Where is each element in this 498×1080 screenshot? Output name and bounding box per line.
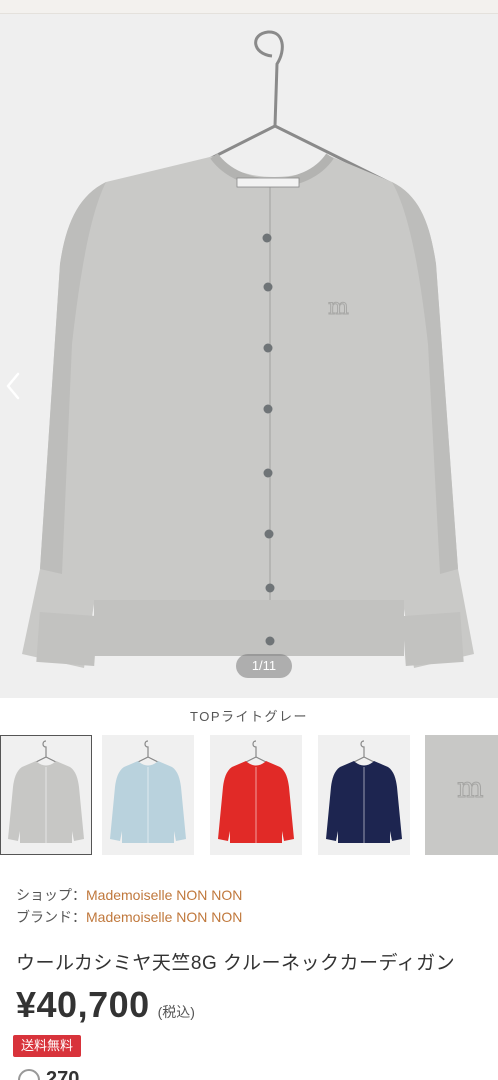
thumbnail-image-light-blue	[110, 740, 186, 843]
top-strip	[0, 0, 498, 14]
product-image-gallery[interactable]: m 1/11	[0, 14, 498, 698]
thumbnail-image-navy	[326, 740, 402, 843]
tax-note: (税込)	[157, 1004, 195, 1020]
selected-color-label: TOPライトグレー	[190, 709, 308, 724]
main-product-image: m	[22, 30, 474, 668]
thumbnail-light-grey[interactable]	[0, 735, 92, 855]
product-price: ¥40,700	[16, 984, 150, 1025]
svg-text:m: m	[328, 295, 349, 320]
favorite-row[interactable]: 270	[18, 1068, 79, 1080]
thumbnail-navy[interactable]	[318, 735, 410, 855]
product-title: ウールカシミヤ天竺8G クルーネックカーディガン	[16, 953, 456, 974]
image-counter: 1/11	[236, 654, 292, 678]
chevron-left-icon	[6, 372, 20, 400]
thumbnail-image-detail: m	[425, 735, 498, 855]
prev-image-button[interactable]	[2, 366, 24, 406]
thumbnail-image-red	[218, 740, 294, 843]
brand-label: ブランド：	[16, 909, 86, 925]
thumbnail-strip: m	[0, 735, 498, 857]
product-meta: ショップ：Mademoiselle NON NON ブランド：Mademoise…	[16, 884, 486, 928]
svg-text:m: m	[457, 771, 484, 804]
shop-row: ショップ：Mademoiselle NON NON	[16, 884, 486, 906]
brand-link[interactable]: Mademoiselle NON NON	[86, 909, 242, 925]
thumbnail-detail[interactable]: m	[425, 735, 498, 855]
free-shipping-badge: 送料無料	[13, 1035, 82, 1057]
thumbnail-red[interactable]	[210, 735, 302, 855]
brand-row: ブランド：Mademoiselle NON NON	[16, 906, 486, 928]
price-row: ¥40,700 (税込)	[16, 984, 195, 1026]
favorite-icon[interactable]	[18, 1068, 40, 1080]
favorite-count: 270	[46, 1068, 80, 1080]
thumbnail-image-light-grey	[8, 740, 84, 843]
shop-label: ショップ：	[16, 887, 86, 903]
shop-link[interactable]: Mademoiselle NON NON	[86, 887, 242, 903]
thumbnail-light-blue[interactable]	[102, 735, 194, 855]
